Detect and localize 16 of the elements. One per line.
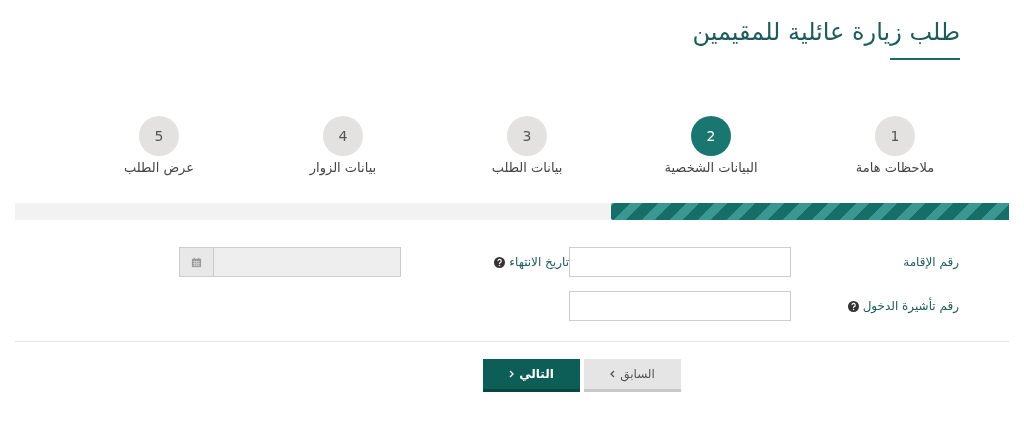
step-label: بيانات الزوار: [309, 160, 377, 175]
step-number[interactable]: 3: [507, 116, 547, 156]
field-label: رقم تأشيرة الدخول: [862, 299, 959, 313]
step-number[interactable]: 4: [323, 116, 363, 156]
step-label: ملاحظات هامة: [855, 160, 935, 175]
step-label: عرض الطلب: [123, 160, 195, 175]
nav-button[interactable]: السابق: [584, 359, 681, 392]
step-label: البيانات الشخصية: [664, 160, 758, 175]
step-label: بيانات الطلب: [491, 160, 563, 175]
step-number[interactable]: 2: [691, 116, 731, 156]
nav-button[interactable]: التالي: [483, 359, 580, 392]
step-number[interactable]: 5: [139, 116, 179, 156]
field-label: رقم الإقامة: [903, 255, 959, 269]
step-number[interactable]: 1: [875, 116, 915, 156]
field-label: تاريخ الانتهاء: [509, 255, 569, 269]
page-title: طلب زيارة عائلية للمقيمين: [692, 18, 960, 46]
